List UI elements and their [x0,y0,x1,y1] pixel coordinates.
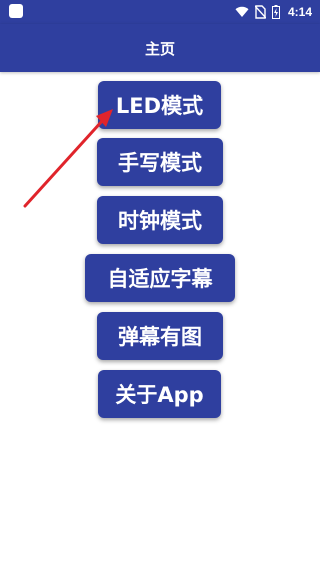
notification-icon [9,4,23,18]
danmaku-button[interactable]: 弹幕有图 [97,312,223,360]
adaptive-subtitle-button[interactable]: 自适应字幕 [85,254,235,302]
status-bar: 4:14 [0,0,320,24]
handwriting-mode-button[interactable]: 手写模式 [97,138,223,186]
app-screen: 4:14 主页 LED模式 手写模式 时钟模式 自适应字幕 弹幕有图 关于App [0,0,320,569]
led-mode-button[interactable]: LED模式 [98,81,221,129]
app-bar: 主页 [0,24,320,72]
status-time: 4:14 [287,5,312,19]
no-sim-icon [254,5,266,19]
status-icons: 4:14 [235,0,320,24]
battery-charging-icon [271,5,280,19]
about-app-button[interactable]: 关于App [98,370,221,418]
wifi-icon [235,6,249,18]
page-title: 主页 [144,39,175,58]
clock-mode-button[interactable]: 时钟模式 [97,196,223,244]
mode-menu: LED模式 手写模式 时钟模式 自适应字幕 弹幕有图 关于App [0,72,320,569]
